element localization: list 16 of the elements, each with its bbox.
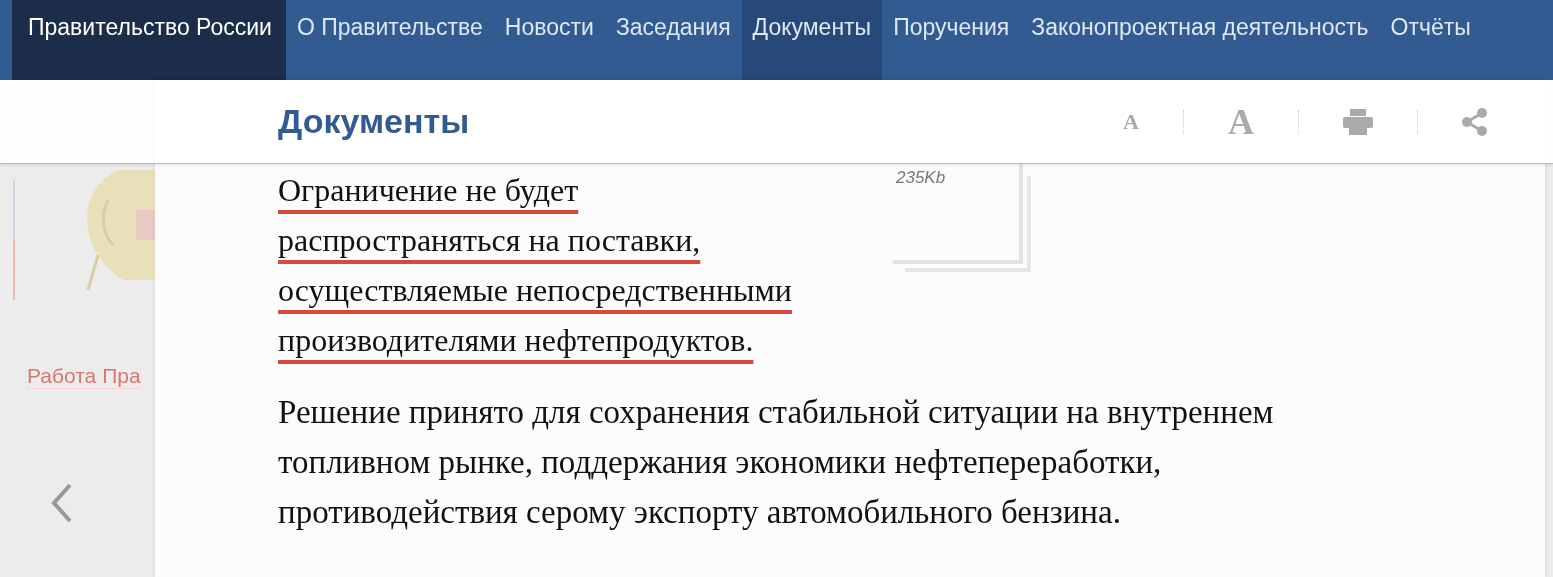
nav-tab[interactable]: Новости xyxy=(493,0,605,80)
article-paragraph: Решение принято для сохранения стабильной ситуации на внутреннем топливном рынке, поддержания экономики нефтепереработки, противодействия серому экспорту автомобильного бензина. xyxy=(278,393,1275,532)
section-title: Документы xyxy=(278,102,470,141)
nav-tab[interactable]: Поручения xyxy=(882,0,1021,80)
share-icon[interactable] xyxy=(1462,107,1488,136)
print-icon[interactable] xyxy=(1343,108,1373,135)
nav-tab[interactable]: Отчёты xyxy=(1379,0,1482,80)
document-card[interactable]: 235Kb xyxy=(893,164,1023,264)
site-title-link[interactable]: Правительство России xyxy=(12,0,286,80)
nav-tab[interactable]: Заседания xyxy=(604,0,742,80)
highlighted-text: Ограничение не будет распространяться на поставки, осуществляемые непосредственными производителями нефтепродуктов. xyxy=(278,171,793,360)
nav-tab[interactable]: Документы xyxy=(741,0,883,80)
chevron-left-icon[interactable] xyxy=(50,483,74,523)
nav-tab[interactable]: Законопроектная деятельность xyxy=(1020,0,1380,80)
file-size: 235Kb xyxy=(896,168,946,188)
nav-tab[interactable]: О Правительстве xyxy=(285,0,494,80)
